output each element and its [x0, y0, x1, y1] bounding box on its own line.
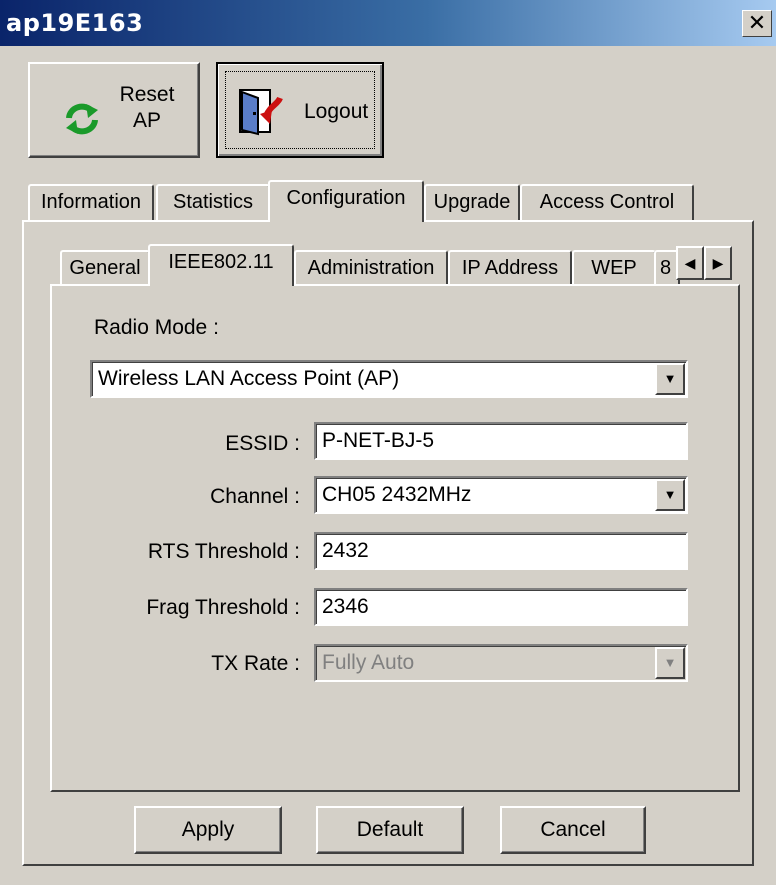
refresh-arrows-icon	[66, 103, 98, 135]
tab-administration[interactable]: Administration	[294, 250, 448, 286]
essid-label: ESSID :	[225, 432, 300, 455]
logout-button[interactable]: Logout	[216, 62, 384, 158]
left-arrow-icon: ◀	[684, 254, 696, 271]
rts-threshold-input[interactable]: 2432	[314, 532, 688, 570]
radio-mode-value: Wireless LAN Access Point (AP)	[98, 367, 400, 390]
channel-value: CH05 2432MHz	[322, 483, 472, 506]
tab-general[interactable]: General	[60, 250, 150, 286]
channel-select[interactable]: CH05 2432MHz ▼	[314, 476, 688, 514]
tab-access-control[interactable]: Access Control	[520, 184, 694, 220]
reset-ap-label: Reset AP	[112, 82, 182, 134]
right-arrow-icon: ▶	[712, 254, 724, 271]
tab-wep[interactable]: WEP	[572, 250, 656, 286]
cancel-button[interactable]: Cancel	[500, 806, 646, 854]
essid-input[interactable]: P-NET-BJ-5	[314, 422, 688, 460]
tab-scroll-left-button[interactable]: ◀	[676, 246, 704, 280]
radio-mode-select[interactable]: Wireless LAN Access Point (AP) ▼	[90, 360, 688, 398]
frag-threshold-label: Frag Threshold :	[146, 596, 300, 619]
tx-rate-select[interactable]: Fully Auto ▼	[314, 644, 688, 682]
window-title: ap19E163	[6, 9, 144, 37]
tab-configuration[interactable]: Configuration	[268, 180, 424, 222]
rts-threshold-label: RTS Threshold :	[147, 540, 300, 563]
channel-dropdown-button[interactable]: ▼	[655, 479, 685, 511]
title-bar[interactable]: ap19E163 ✕	[0, 0, 776, 46]
chevron-down-icon: ▼	[663, 655, 677, 670]
frag-threshold-input[interactable]: 2346	[314, 588, 688, 626]
radio-mode-dropdown-button[interactable]: ▼	[655, 363, 685, 395]
close-button[interactable]: ✕	[742, 10, 772, 37]
tab-upgrade[interactable]: Upgrade	[424, 184, 520, 220]
tab-scroll-right-button[interactable]: ▶	[704, 246, 732, 280]
channel-label: Channel :	[210, 485, 300, 508]
essid-value: P-NET-BJ-5	[322, 429, 435, 452]
radio-mode-label: Radio Mode :	[94, 316, 219, 339]
tab-ieee80211[interactable]: IEEE802.11	[148, 244, 294, 286]
apply-button[interactable]: Apply	[134, 806, 282, 854]
tx-rate-dropdown-button[interactable]: ▼	[655, 647, 685, 679]
tab-ip-address[interactable]: IP Address	[448, 250, 572, 286]
logout-label: Logout	[304, 100, 369, 123]
tx-rate-value: Fully Auto	[322, 651, 415, 674]
chevron-down-icon: ▼	[663, 487, 677, 502]
default-button[interactable]: Default	[316, 806, 464, 854]
tx-rate-label: TX Rate :	[211, 652, 300, 675]
tab-information[interactable]: Information	[28, 184, 154, 220]
app-window: ap19E163 ✕ Reset AP Logout Information S…	[0, 0, 776, 885]
tab-statistics[interactable]: Statistics	[156, 184, 270, 220]
frag-threshold-value: 2346	[322, 595, 369, 618]
door-exit-icon	[239, 89, 283, 136]
rts-threshold-value: 2432	[322, 539, 369, 562]
close-icon: ✕	[747, 10, 767, 36]
chevron-down-icon: ▼	[663, 371, 677, 386]
reset-label-line1: Reset	[119, 83, 175, 106]
reset-ap-button[interactable]: Reset AP	[28, 62, 200, 158]
tab-scroll-arrows: ◀ ▶	[676, 246, 732, 280]
reset-label-line2: AP	[132, 109, 161, 132]
